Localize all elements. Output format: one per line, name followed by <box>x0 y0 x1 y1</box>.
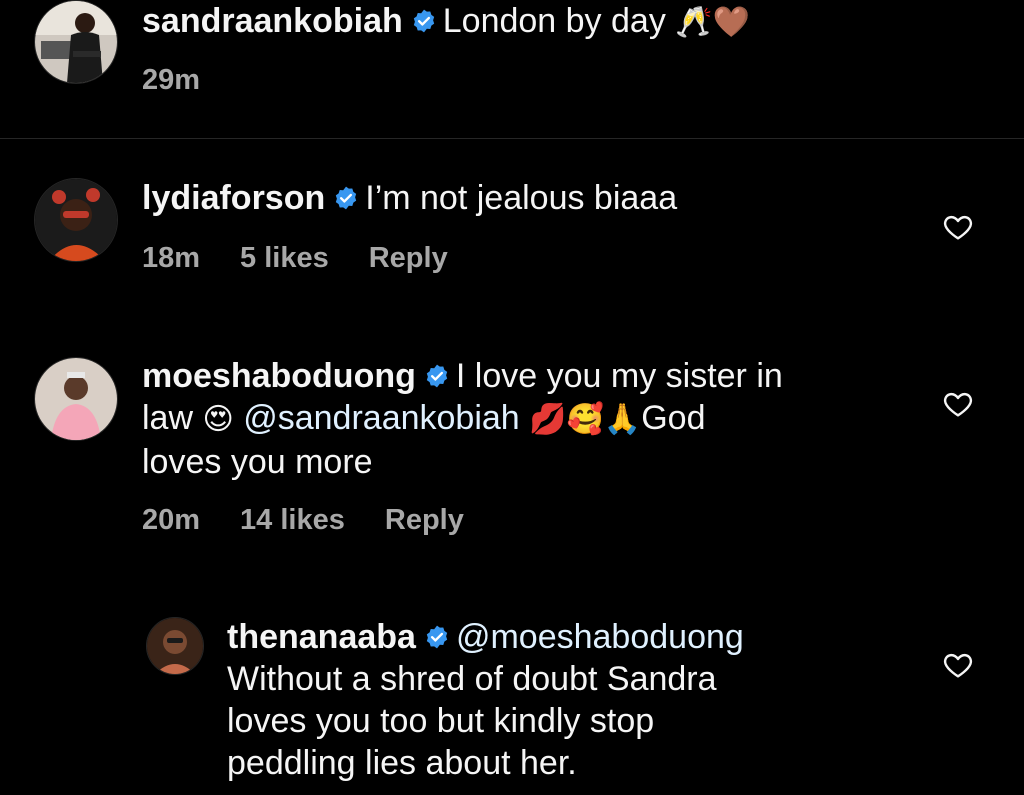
caption-text-row: sandraankobiah London by day 🥂🤎 <box>142 0 750 44</box>
comment-meta: 20m 14 likes Reply <box>142 504 504 537</box>
comment-line-1: moeshaboduong I love you my sister in <box>142 355 783 397</box>
reply-text-block: thenanaaba @moeshaboduong Without a shred… <box>227 616 744 784</box>
reply-text: loves you too but kindly stop <box>227 702 655 740</box>
comment-text-row: lydiaforson I’m not jealous biaaa <box>142 177 677 219</box>
reply-avatar-thenanaaba[interactable] <box>146 617 204 675</box>
comment-text: law <box>142 399 194 437</box>
comment-text: God <box>641 399 706 437</box>
reply-line-2: Without a shred of doubt Sandra <box>227 658 744 700</box>
comment-avatar-moeshaboduong[interactable] <box>34 357 118 441</box>
comment-likes[interactable]: 5 likes <box>240 242 329 274</box>
heart-icon[interactable] <box>941 649 975 681</box>
comment-text: I love you my sister in <box>455 357 783 395</box>
caption-emojis: 🥂🤎 <box>675 6 750 39</box>
caption-text: London by day <box>442 2 666 40</box>
comment-time: 20m <box>142 504 201 536</box>
comment-line-3: loves you more <box>142 441 783 483</box>
reply-line-3: loves you too but kindly stop <box>227 700 744 742</box>
comment-meta: 18m 5 likes Reply <box>142 242 488 275</box>
reply-mention[interactable]: @moeshaboduong <box>456 618 744 656</box>
verified-badge-icon <box>413 9 434 33</box>
comment-avatar-lydiaforson[interactable] <box>34 178 118 262</box>
comment-text-block: moeshaboduong I love you my sister in law… <box>142 355 783 483</box>
reply-line-4: peddling lies about her. <box>227 742 744 784</box>
caption-time: 29m <box>142 64 201 96</box>
comment-emoji: 😍 <box>202 403 234 436</box>
reply-button[interactable]: Reply <box>385 504 464 536</box>
comment-emoji: 💋🥰🙏 <box>529 403 642 436</box>
comment-text: loves you more <box>142 443 373 481</box>
comment-time: 18m <box>142 242 201 274</box>
verified-badge-icon <box>336 186 357 210</box>
caption-meta: 29m <box>142 64 240 97</box>
caption-divider <box>0 138 1024 139</box>
comment-line-2: law 😍 @sandraankobiah 💋🥰🙏God <box>142 397 783 441</box>
caption-username[interactable]: sandraankobiah <box>142 2 403 40</box>
comment-likes[interactable]: 14 likes <box>240 504 345 536</box>
verified-badge-icon <box>426 364 448 388</box>
reply-text: peddling lies about her. <box>227 744 577 782</box>
reply-line-1: thenanaaba @moeshaboduong <box>227 616 744 658</box>
reply-button[interactable]: Reply <box>369 242 448 274</box>
comment-username[interactable]: moeshaboduong <box>142 357 416 395</box>
verified-badge-icon <box>426 625 448 649</box>
comments-screen: sandraankobiah London by day 🥂🤎 29m lydia… <box>0 0 1024 795</box>
reply-text: Without a shred of doubt Sandra <box>227 660 717 698</box>
comment-text: I’m not jealous biaaa <box>365 179 678 217</box>
comment-mention[interactable]: @sandraankobiah <box>243 399 519 437</box>
comment-username[interactable]: lydiaforson <box>142 179 325 217</box>
reply-username[interactable]: thenanaaba <box>227 618 416 656</box>
heart-icon[interactable] <box>941 211 975 243</box>
caption-avatar[interactable] <box>34 0 118 84</box>
heart-icon[interactable] <box>941 388 975 420</box>
